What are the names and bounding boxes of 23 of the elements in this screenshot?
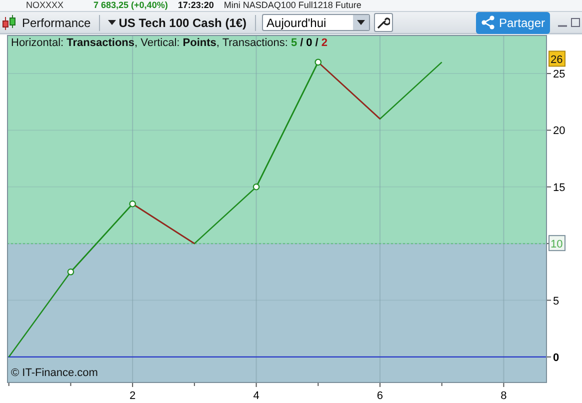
ticker-name: Mini NASDAQ100 Full1218 Future [224,0,362,11]
x-tick-label: 6 [376,390,384,402]
y-tick-label: 0 [553,352,560,364]
y-tick-label: 10 [550,238,563,251]
threshold-label: 10 [548,235,566,252]
x-tick-label: 8 [500,390,507,402]
ticker-symbol: NOXXXX [26,0,64,11]
ticker-time: 17:23:20 [178,0,214,11]
y-tick-label: 5 [553,295,560,308]
last-value-label: 26 [548,50,566,67]
trade-count: 0 [306,37,312,49]
trade-count: 5 [290,37,298,49]
y-tick-label: 25 [553,68,566,81]
count-separator: / [300,37,304,49]
y-tick-label: 15 [553,182,566,194]
x-tick-label: 4 [253,390,260,402]
y-tick-label: 20 [553,125,566,138]
count-separator: / [315,37,318,49]
chart-legend: Horizontal: Transactions, Vertical: Points, Transactions: [11,37,288,49]
x-tick-label: 2 [130,390,136,402]
trade-count: 2 [321,37,328,49]
copyright-text: © IT-Finance.com [11,367,98,379]
ticker-price: 7 683,25 (+0,40%) [94,0,168,11]
